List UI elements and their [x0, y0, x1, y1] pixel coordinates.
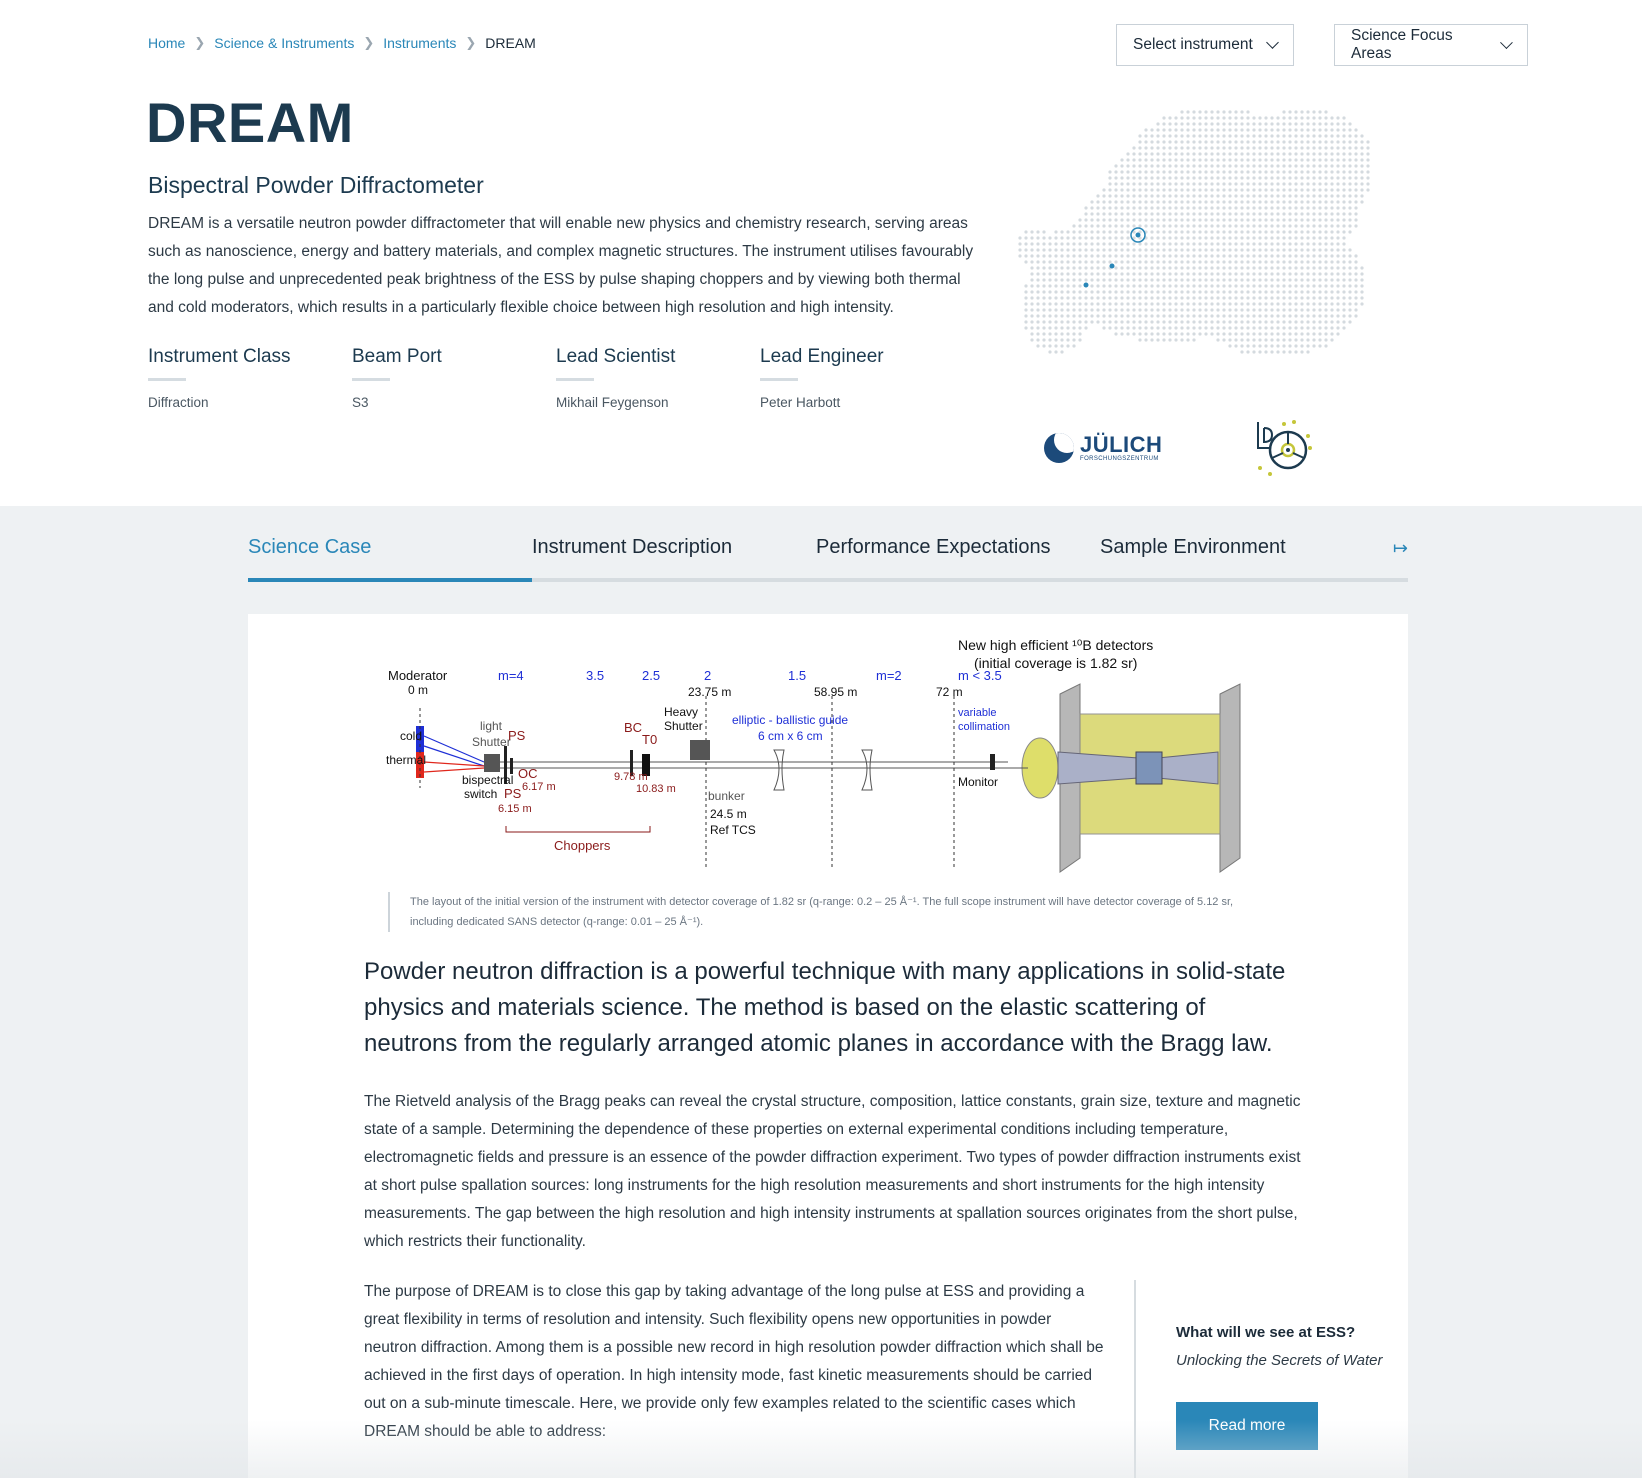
breadcrumb-home[interactable]: Home — [148, 35, 185, 51]
aside-subtitle: Unlocking the Secrets of Water — [1176, 1352, 1383, 1369]
fact-divider — [352, 378, 390, 381]
science-focus-label: Science Focus Areas — [1351, 27, 1453, 62]
active-tab-indicator — [248, 578, 532, 582]
fact-value: Diffraction — [148, 395, 209, 410]
science-focus-dropdown[interactable]: Science Focus Areas — [1334, 24, 1528, 66]
fig-shutter: Shutter — [472, 735, 511, 749]
juelich-logo-mark — [1044, 433, 1074, 463]
aside-title: What will we see at ESS? — [1176, 1324, 1356, 1341]
aside-divider — [1134, 1280, 1136, 1478]
tab-scroll-arrow-icon[interactable]: ↦ — [1393, 538, 1408, 559]
chevron-right-icon: ❯ — [363, 35, 375, 50]
juelich-logo-sub: FORSCHUNGSZENTRUM — [1080, 456, 1159, 462]
page-subtitle: Bispectral Powder Diffractometer — [148, 172, 484, 198]
fig-cold: cold — [400, 729, 422, 743]
juelich-logo-name: JÜLICH — [1080, 432, 1163, 457]
tab-bar: Science Case Instrument Description Perf… — [248, 532, 1408, 582]
fig-ps: PS — [508, 728, 526, 743]
fig-heavy: Heavy — [664, 705, 698, 719]
fig-moderator: Moderator — [388, 668, 448, 683]
fig-oc: OC — [518, 766, 538, 781]
fig-zero: 0 m — [408, 683, 428, 697]
fig-bunker: bunker — [708, 789, 745, 803]
fig-d2: 58.95 m — [814, 685, 857, 699]
fact-label: Beam Port — [352, 346, 442, 367]
fig-m-1: 3.5 — [586, 668, 604, 683]
fig-t0: T0 — [642, 732, 657, 747]
fig-m-5: m=2 — [876, 668, 902, 683]
fact-divider — [760, 378, 798, 381]
fig-oc-dist: 6.17 m — [522, 781, 556, 793]
fig-d3: 72 m — [936, 685, 963, 699]
body-paragraph-1: The Rietveld analysis of the Bragg peaks… — [364, 1093, 1301, 1250]
fact-beam-port: Beam Port S3 — [352, 346, 556, 410]
breadcrumb-current: DREAM — [485, 35, 536, 51]
fact-value: Mikhail Feygenson — [556, 395, 669, 410]
fact-value: S3 — [352, 395, 369, 410]
europe-map-icon — [1018, 110, 1370, 354]
fig-t0-dist: 10.83 m — [636, 783, 676, 795]
fact-lead-scientist: Lead Scientist Mikhail Feygenson — [556, 346, 760, 410]
fig-ref-dist: 24.5 m — [710, 807, 747, 821]
breadcrumb-instruments[interactable]: Instruments — [383, 35, 456, 51]
fig-ps-2: PS — [504, 786, 522, 801]
fig-bc-dist: 9.78 m — [614, 771, 648, 783]
fig-collim-2: collimation — [958, 721, 1010, 733]
body-paragraph-2: The purpose of DREAM is to close this ga… — [364, 1283, 1104, 1440]
breadcrumb-science-instruments[interactable]: Science & Instruments — [214, 35, 354, 51]
fig-heavy-shutter: Shutter — [664, 719, 703, 733]
fact-value: Peter Harbott — [760, 395, 841, 410]
instrument-facts: Instrument Class Diffraction Beam Port S… — [148, 346, 964, 410]
fig-m-2: 2.5 — [642, 668, 660, 683]
fact-label: Lead Engineer — [760, 346, 884, 367]
breadcrumb: Home ❯ Science & Instruments ❯ Instrumen… — [148, 35, 536, 51]
fig-collim: variable — [958, 707, 997, 719]
fig-d1: 23.75 m — [688, 685, 731, 699]
science-case-panel: New high efficient ¹⁰B detectors (initia… — [248, 614, 1408, 1478]
fact-instrument-class: Instrument Class Diffraction — [148, 346, 352, 410]
fig-ref-tcs: Ref TCS — [710, 823, 756, 837]
fact-lead-engineer: Lead Engineer Peter Harbott — [760, 346, 964, 410]
chevron-down-icon — [1500, 36, 1513, 49]
tab-performance-expectations[interactable]: Performance Expectations — [816, 536, 1051, 559]
tab-sample-environment[interactable]: Sample Environment — [1100, 536, 1286, 559]
fig-choppers: Choppers — [554, 838, 611, 853]
instrument-layout-figure: New high efficient ¹⁰B detectors (initia… — [386, 637, 1241, 873]
fig-ps-dist: 6.15 m — [498, 803, 532, 815]
chevron-right-icon: ❯ — [465, 35, 477, 50]
fig-bc: BC — [624, 720, 642, 735]
fig-thermal: thermal — [386, 753, 426, 767]
fig-detectors-label: New high efficient ¹⁰B detectors — [958, 637, 1153, 653]
fact-label: Lead Scientist — [556, 346, 676, 367]
partner-logos: JÜLICH FORSCHUNGSZENTRUM — [1044, 418, 1314, 478]
select-instrument-label: Select instrument — [1133, 36, 1253, 53]
fig-switch: switch — [464, 787, 497, 801]
lead-paragraph: Powder neutron diffraction is a powerful… — [364, 958, 1286, 1057]
fig-m-3: 2 — [704, 668, 711, 683]
read-more-button[interactable]: Read more — [1176, 1402, 1318, 1450]
fig-guide-size: 6 cm x 6 cm — [758, 729, 823, 743]
fig-light: light — [480, 719, 503, 733]
fig-monitor: Monitor — [958, 775, 998, 789]
chevron-right-icon: ❯ — [194, 35, 206, 50]
fig-m-6: m < 3.5 — [958, 668, 1002, 683]
juelich-logo-icon: JÜLICH FORSCHUNGSZENTRUM — [1044, 433, 1162, 463]
page-title: DREAM — [146, 91, 354, 154]
chevron-down-icon — [1266, 36, 1279, 49]
select-instrument-dropdown[interactable]: Select instrument — [1116, 24, 1294, 66]
fact-divider — [148, 378, 186, 381]
fig-m-0: m=4 — [498, 668, 524, 683]
figure-caption: The layout of the initial version of the… — [388, 892, 1268, 932]
fig-guide: elliptic - ballistic guide — [732, 713, 848, 727]
fact-divider — [556, 378, 594, 381]
tab-instrument-description[interactable]: Instrument Description — [532, 536, 732, 559]
lbr-logo-icon — [1257, 420, 1313, 476]
intro-paragraph: DREAM is a versatile neutron powder diff… — [148, 215, 974, 316]
fig-m-4: 1.5 — [788, 668, 806, 683]
fact-label: Instrument Class — [148, 346, 291, 367]
tab-science-case[interactable]: Science Case — [248, 536, 371, 559]
fig-bispectral: bispectral — [462, 773, 513, 787]
